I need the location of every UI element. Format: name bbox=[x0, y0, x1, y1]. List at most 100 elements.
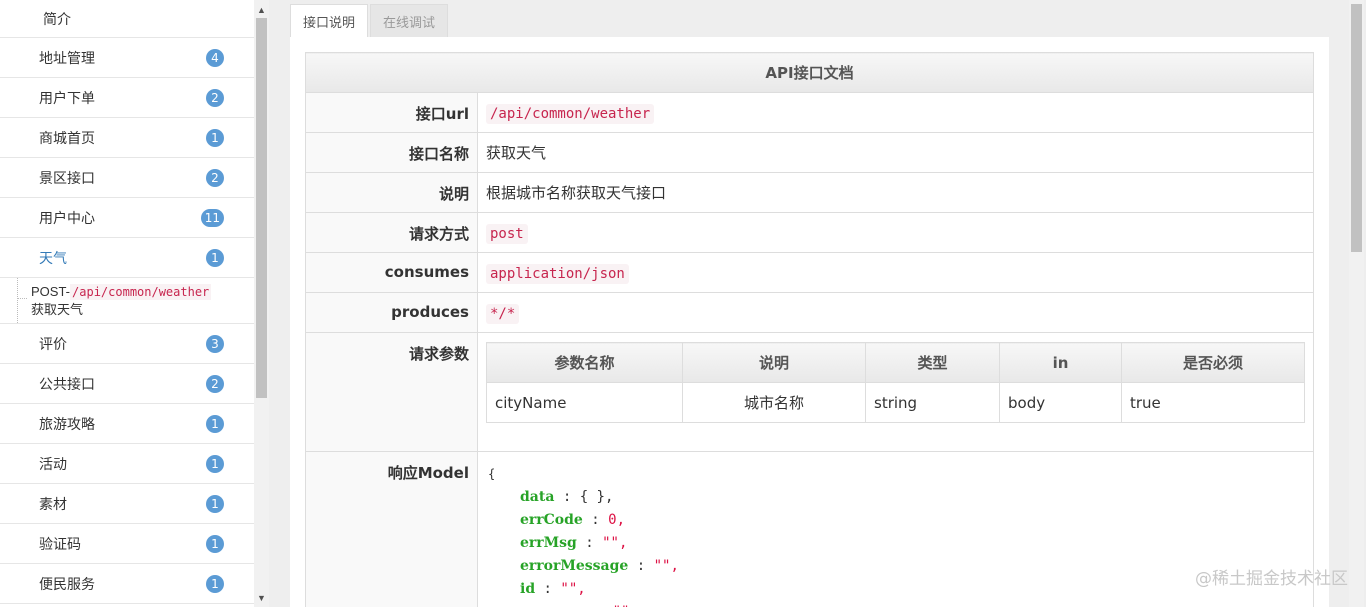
main-content: 接口说明 在线调试 API接口文档 接口url /api/common/weat… bbox=[270, 0, 1350, 607]
tab-online-debug[interactable]: 在线调试 bbox=[370, 4, 449, 37]
count-badge: 1 bbox=[206, 414, 224, 433]
endpoint-name: 获取天气 bbox=[31, 302, 84, 317]
sidebar-item-services[interactable]: 便民服务 1 bbox=[0, 564, 254, 604]
json-line: errCode : 0, bbox=[520, 512, 625, 528]
sidebar-item-captcha[interactable]: 验证码 1 bbox=[0, 524, 254, 564]
count-badge: 4 bbox=[206, 48, 224, 67]
sidebar-item-label: 公共接口 bbox=[39, 375, 95, 392]
sidebar-subitem-get-weather[interactable]: POST-/api/common/weather 获取天气 bbox=[0, 278, 254, 324]
json-line: data : { }, bbox=[520, 489, 614, 505]
sidebar-item-activity[interactable]: 活动 1 bbox=[0, 444, 254, 484]
scrollbar-thumb[interactable] bbox=[1351, 4, 1362, 252]
doc-title: API接口文档 bbox=[305, 52, 1314, 93]
table-cell: cityName bbox=[486, 382, 683, 423]
sidebar-item-material[interactable]: 素材 1 bbox=[0, 484, 254, 524]
row-key: 响应Model bbox=[305, 451, 478, 607]
count-badge: 1 bbox=[206, 454, 224, 473]
count-badge: 1 bbox=[206, 494, 224, 513]
page-scrollbar[interactable] bbox=[1349, 0, 1364, 607]
endpoint-path: /api/common/weather bbox=[70, 284, 212, 300]
count-badge: 1 bbox=[206, 248, 224, 267]
sidebar-item-mall-home[interactable]: 商城首页 1 bbox=[0, 118, 254, 158]
doc-row-produces: produces */* bbox=[305, 292, 1314, 333]
sidebar-item-common[interactable]: 公共接口 2 bbox=[0, 364, 254, 404]
sidebar-item-label: 地址管理 bbox=[39, 49, 95, 66]
count-badge: 1 bbox=[206, 534, 224, 553]
sidebar-item-scenic[interactable]: 景区接口 2 bbox=[0, 158, 254, 198]
count-badge: 3 bbox=[206, 334, 224, 353]
table-cell: string bbox=[865, 382, 1000, 423]
doc-row-url: 接口url /api/common/weather bbox=[305, 92, 1314, 133]
scroll-up-icon[interactable]: ▲ bbox=[254, 2, 269, 17]
count-badge: 11 bbox=[200, 208, 224, 227]
count-badge: 1 bbox=[206, 128, 224, 147]
json-line: errorMessage : "", bbox=[520, 558, 679, 574]
url-value: /api/common/weather bbox=[486, 103, 655, 124]
sidebar-item-address[interactable]: 地址管理 4 bbox=[0, 38, 254, 78]
sidebar-item-label: 活动 bbox=[39, 455, 67, 472]
doc-row-params: 请求参数 参数名称 说明 类型 in 是否必须 cityName 城市名称 st… bbox=[305, 332, 1314, 452]
sidebar-item-label: 评价 bbox=[39, 335, 67, 352]
row-key: produces bbox=[305, 292, 478, 333]
sidebar-item-review[interactable]: 评价 3 bbox=[0, 324, 254, 364]
sidebar-item-label: 商城首页 bbox=[39, 129, 95, 146]
column-header: 类型 bbox=[865, 342, 1000, 383]
sidebar-scrollbar[interactable]: ▲ ▼ bbox=[254, 0, 269, 607]
tab-bar: 接口说明 在线调试 bbox=[290, 4, 450, 37]
sidebar-item-label: 用户中心 bbox=[39, 209, 95, 226]
tab-api-description[interactable]: 接口说明 bbox=[290, 4, 369, 37]
json-line: id : "", bbox=[520, 581, 586, 597]
row-key: 请求方式 bbox=[305, 212, 478, 253]
json-line: message : "" bbox=[488, 601, 1305, 607]
params-header-row: 参数名称 说明 类型 in 是否必须 bbox=[486, 342, 1305, 383]
table-cell: true bbox=[1121, 382, 1305, 423]
doc-panel: API接口文档 接口url /api/common/weather 接口名称 获… bbox=[290, 37, 1329, 607]
doc-row-name: 接口名称 获取天气 bbox=[305, 132, 1314, 173]
sidebar-item-label: 用户下单 bbox=[39, 89, 95, 106]
sidebar-item-label: 旅游攻略 bbox=[39, 415, 95, 432]
scroll-down-icon[interactable]: ▼ bbox=[254, 590, 269, 605]
count-badge: 2 bbox=[206, 168, 224, 187]
sidebar-item-order[interactable]: 用户下单 2 bbox=[0, 78, 254, 118]
column-header: 说明 bbox=[682, 342, 866, 383]
sidebar-item-user-center[interactable]: 用户中心 11 bbox=[0, 198, 254, 238]
sidebar-item-label: 素材 bbox=[39, 495, 67, 512]
doc-row-consumes: consumes application/json bbox=[305, 252, 1314, 293]
sidebar-item-label: 简介 bbox=[43, 10, 71, 27]
sidebar-item-travel-guide[interactable]: 旅游攻略 1 bbox=[0, 404, 254, 444]
doc-row-method: 请求方式 post bbox=[305, 212, 1314, 253]
method-label: POST- bbox=[31, 284, 71, 299]
sidebar-item-label: 天气 bbox=[39, 249, 67, 266]
column-header: 是否必须 bbox=[1121, 342, 1305, 383]
table-cell: body bbox=[999, 382, 1122, 423]
row-key: 接口名称 bbox=[305, 132, 478, 173]
row-key: consumes bbox=[305, 252, 478, 293]
column-header: 参数名称 bbox=[486, 342, 683, 383]
sidebar-item-label: 便民服务 bbox=[39, 575, 95, 592]
table-row: cityName 城市名称 string body true bbox=[486, 382, 1305, 423]
column-header: in bbox=[999, 342, 1122, 383]
json-line: errMsg : "", bbox=[520, 535, 628, 551]
sidebar-item-intro[interactable]: 简介 bbox=[0, 0, 254, 38]
sidebar-item-label: 景区接口 bbox=[39, 169, 95, 186]
doc-row-desc: 说明 根据城市名称获取天气接口 bbox=[305, 172, 1314, 213]
watermark: @稀土掘金技术社区 bbox=[1195, 569, 1348, 589]
count-badge: 1 bbox=[206, 574, 224, 593]
desc-value: 根据城市名称获取天气接口 bbox=[477, 172, 1314, 213]
consumes-value: application/json bbox=[486, 263, 629, 284]
scrollbar-thumb[interactable] bbox=[256, 18, 267, 398]
json-open-brace: { bbox=[488, 467, 496, 481]
count-badge: 2 bbox=[206, 88, 224, 107]
params-table: 参数名称 说明 类型 in 是否必须 cityName 城市名称 string … bbox=[486, 342, 1305, 423]
response-model: { data : { }, errCode : 0, errMsg : "", … bbox=[486, 461, 1305, 607]
row-key: 接口url bbox=[305, 92, 478, 133]
row-key: 请求参数 bbox=[305, 332, 478, 452]
sidebar-item-weather[interactable]: 天气 1 bbox=[0, 238, 254, 278]
method-value: post bbox=[486, 223, 528, 244]
sidebar-item-label: 验证码 bbox=[39, 535, 81, 552]
row-key: 说明 bbox=[305, 172, 478, 213]
name-value: 获取天气 bbox=[477, 132, 1314, 173]
doc-row-model: 响应Model { data : { }, errCode : 0, errMs… bbox=[305, 451, 1314, 607]
produces-value: */* bbox=[486, 303, 520, 324]
api-doc-table: API接口文档 接口url /api/common/weather 接口名称 获… bbox=[305, 52, 1314, 607]
